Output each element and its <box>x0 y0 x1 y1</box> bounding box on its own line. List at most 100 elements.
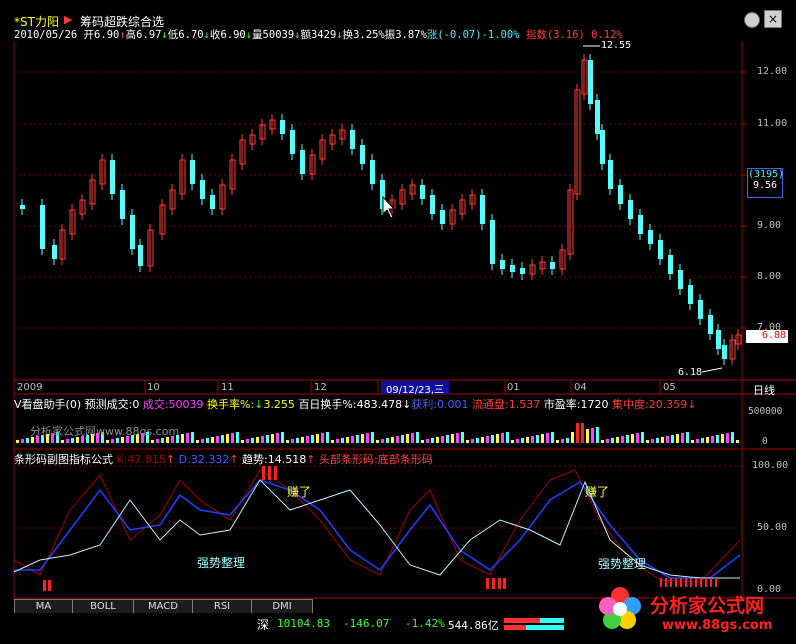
vol-value: 50039 <box>168 398 204 411</box>
volume-bar-130 <box>666 436 669 443</box>
volume-bar-102 <box>526 437 529 443</box>
volume-bar-83 <box>431 438 434 443</box>
candle-body-11 <box>138 245 143 266</box>
ind-axis-50: 50.00 <box>757 522 788 533</box>
candlesticks <box>20 45 742 373</box>
candle-body-2 <box>52 245 57 259</box>
site-logo: 分析家公式网 www.88gs.com <box>598 584 796 644</box>
annotation-earn-2: 赚了 <box>585 485 610 499</box>
volume-bar-10 <box>66 439 69 443</box>
volume-bar-63 <box>331 440 334 443</box>
up-arrow-icon: ↑ <box>229 453 239 466</box>
tab-macd[interactable]: MACD <box>133 599 193 614</box>
tab-rsi[interactable]: RSI <box>192 599 252 614</box>
volume-panel-header: V看盘助手(0) 预测成交:0 成交:50039 换手率%: ↓ 3.255 百日换… <box>14 396 696 412</box>
volume-bar-143 <box>731 432 734 443</box>
max-price-label: 12.55 <box>601 40 632 51</box>
volume-bar-119 <box>611 438 614 443</box>
gain-label: 获利: <box>411 398 438 411</box>
candle-body-71 <box>716 330 721 349</box>
ind-axis-100: 100.00 <box>752 460 789 471</box>
volume-bar-35 <box>191 432 194 443</box>
volume-bar-60 <box>316 434 319 443</box>
volume-bar-132 <box>676 434 679 443</box>
pe-label: 市盈率: <box>543 398 581 411</box>
volume-bar-140 <box>716 435 719 443</box>
candle-body-66 <box>668 255 673 274</box>
volume-bar-69 <box>361 434 364 443</box>
volume-bar-82 <box>426 439 429 443</box>
volume-bar-80 <box>416 432 419 443</box>
volume-bar-112 <box>576 423 579 443</box>
volume-bar-9 <box>61 440 64 443</box>
volume-bar-18 <box>106 440 109 443</box>
volume-bar-128 <box>656 438 659 443</box>
candle-body-67 <box>678 270 683 289</box>
volume-bar-42 <box>226 434 229 443</box>
candle-body-16 <box>190 160 195 184</box>
candle-body-27 <box>300 150 305 174</box>
candle-body-58 <box>595 100 600 134</box>
volume-bar-50 <box>266 435 269 443</box>
volume-bar-139 <box>711 436 714 443</box>
volume-bar-127 <box>651 439 654 443</box>
volume-bar-41 <box>221 435 224 443</box>
volume-bar-90 <box>466 440 469 443</box>
volume-bar-37 <box>201 439 204 443</box>
market-breadth-bar <box>504 618 564 630</box>
volume-bar-74 <box>386 438 389 443</box>
volume-bar-54 <box>286 440 289 443</box>
candle-body-10 <box>130 215 135 249</box>
tab-boll[interactable]: BOLL <box>72 599 134 614</box>
volume-bar-34 <box>186 433 189 443</box>
candle-body-68 <box>688 285 693 304</box>
tab-ma[interactable]: MA <box>14 599 73 614</box>
volume-bar-57 <box>301 437 304 443</box>
vol-panel-title[interactable]: V看盘助手(0) <box>14 398 81 411</box>
tab-dmi[interactable]: DMI <box>251 599 313 614</box>
bottom-barcode-0 <box>43 580 46 591</box>
candle-body-47 <box>500 260 505 269</box>
price-tick-12: 12.00 <box>757 66 788 77</box>
status-market: 深 <box>257 618 270 632</box>
candle-body-64 <box>648 230 653 244</box>
kline-chart[interactable] <box>0 0 796 644</box>
volume-bar-129 <box>661 437 664 443</box>
min-marker-line <box>701 367 723 373</box>
vol-axis-top: 500000 <box>748 406 783 417</box>
candle-body-45 <box>480 195 485 224</box>
volume-bar-61 <box>321 433 324 443</box>
predict-label: 预测成交: <box>84 398 133 411</box>
logo-url: www.88gs.com <box>662 618 773 633</box>
volume-bar-126 <box>646 440 649 443</box>
period-button[interactable]: 日线 <box>753 382 775 398</box>
price-tick-9: 9.00 <box>757 220 782 231</box>
candle-body-49 <box>520 268 525 274</box>
volume-bar-53 <box>281 432 284 443</box>
annotation-strong-2: 强势整理 <box>598 557 647 571</box>
volume-bar-141 <box>721 434 724 443</box>
volume-bar-72 <box>376 440 379 443</box>
volume-bar-19 <box>111 439 114 443</box>
volume-bar-104 <box>536 435 539 443</box>
volume-bar-98 <box>506 432 509 443</box>
volume-bar-93 <box>481 437 484 443</box>
volume-bar-101 <box>521 438 524 443</box>
candle-body-59 <box>600 130 605 164</box>
up-arrow-icon: ↑ <box>306 453 316 466</box>
volume-bar-99 <box>511 440 514 443</box>
candle-body-40 <box>430 195 435 214</box>
volume-bar-135 <box>691 440 694 443</box>
volume-bar-64 <box>336 439 339 443</box>
candle-body-34 <box>370 160 375 184</box>
highlight-value: 9.56 <box>752 180 778 191</box>
candle-body-48 <box>510 265 515 272</box>
volume-bar-71 <box>371 432 374 443</box>
price-tick-8: 8.00 <box>757 271 782 282</box>
candle-body-33 <box>360 145 365 164</box>
volume-bar-46 <box>246 439 249 443</box>
ind-panel-title[interactable]: 条形码副图指标公式 <box>14 453 113 466</box>
volume-bar-138 <box>706 437 709 443</box>
bottom-barcode-3 <box>492 578 495 589</box>
volume-bar-118 <box>606 439 609 443</box>
